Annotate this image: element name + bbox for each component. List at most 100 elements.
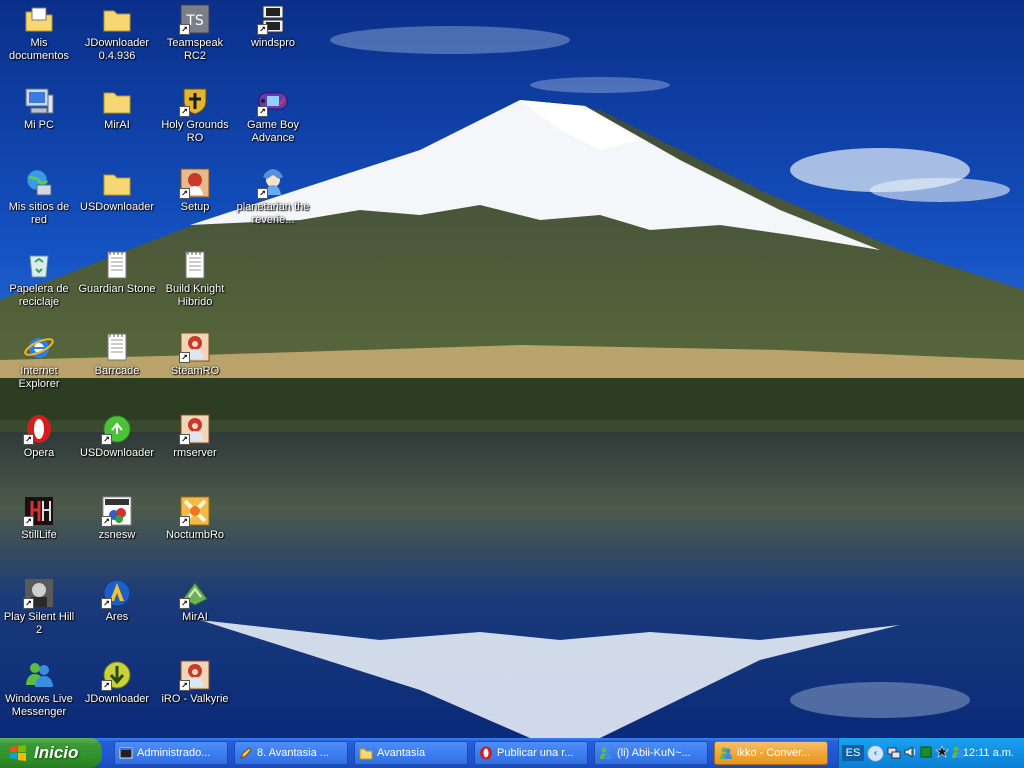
icon-label: StillLife [21,529,57,541]
desktop-icon-jdownloader[interactable]: ↗ JDownloader [78,659,156,706]
console-icon [119,747,133,759]
icon-label: zsnesw [98,529,136,541]
icon-label: USDownloader [80,447,154,459]
desktop-icon-barrcade[interactable]: Barrcade [78,331,156,378]
icon-label: iRO - Valkyrie [161,693,229,705]
desktop-icon-planetarian[interactable]: ↗ planetarian the reverie... [234,167,312,227]
shortcut-arrow-icon: ↗ [179,598,190,609]
recycle-bin-icon [23,249,55,281]
shortcut-arrow-icon: ↗ [23,516,34,527]
desktop-icon-mirai-folder[interactable]: MirAI [78,85,156,132]
shortcut-arrow-icon: ↗ [179,188,190,199]
pencil-icon [240,747,252,759]
desktop-icon-opera[interactable]: ↗ Opera [0,413,78,460]
star-icon[interactable] [935,745,949,759]
icon-label: Teamspeak RC2 [166,37,224,62]
desktop-icon-mis-documentos[interactable]: Mis documentos [0,3,78,63]
icon-label: Build Knight Hibrido [165,283,225,308]
usdownloader-icon: ↗ [101,413,133,445]
desktop-icon-internet-explorer[interactable]: Internet Explorer [0,331,78,391]
icon-label: MirAI [182,611,208,623]
clock[interactable]: 12:11 a.m. [963,738,1014,768]
ro-icon: ↗ [179,659,211,691]
desktop-icon-mi-pc[interactable]: Mi PC [0,85,78,132]
desktop-icon-windspro[interactable]: ↗ windspro [234,3,312,50]
taskbar-task-avantasia-editor[interactable]: 8. Avantasia ... [234,741,348,765]
ro-icon: ↗ [179,331,211,363]
planetarian-icon: ↗ [257,167,289,199]
noctumbro-icon: ↗ [179,495,211,527]
opera-icon: ↗ [23,413,55,445]
desktop-icon-usdownloader-folder[interactable]: USDownloader [78,167,156,214]
desktop-icon-teamspeak[interactable]: TS ↗ Teamspeak RC2 [156,3,234,63]
icon-label: NoctumbRo [165,529,225,541]
taskbar-task-avantasia-folder[interactable]: Avantasia [354,741,468,765]
folder-icon [101,167,133,199]
shortcut-arrow-icon: ↗ [179,434,190,445]
gameboy-icon: ↗ [257,85,289,117]
desktop-icon-rmserver[interactable]: ↗ rmserver [156,413,234,460]
taskbar-task-administrador[interactable]: Administrado... [114,741,228,765]
setup-icon: ↗ [179,167,211,199]
network-icon[interactable] [887,745,901,759]
desktop-icon-steamro[interactable]: ↗ SteamRO [156,331,234,378]
zsnes-icon: ↗ [101,495,133,527]
icon-label: JDownloader 0.4.936 [84,37,150,62]
desktop-icon-stilllife[interactable]: ↗ StillLife [0,495,78,542]
shortcut-arrow-icon: ↗ [101,598,112,609]
icon-label: Setup [180,201,210,213]
ds-icon: ↗ [257,3,289,35]
taskbar-task-messenger-chat[interactable]: (li) Abii-KuN~... [594,741,708,765]
opera-icon [480,746,492,760]
icon-label: USDownloader [80,201,154,213]
shortcut-arrow-icon: ↗ [179,516,190,527]
desktop-icon-setup[interactable]: ↗ Setup [156,167,234,214]
show-hidden-icons-button[interactable]: ‹ [867,745,884,762]
desktop-icon-guardian-stone[interactable]: Guardian Stone [78,249,156,296]
system-tray: ES ‹ 12:11 a.m. [838,738,1024,768]
shortcut-arrow-icon: ↗ [101,434,112,445]
taskbar: Inicio Administrado... 8. Avantasia ... … [0,738,1024,768]
desktop-icon-iro-valkyrie[interactable]: ↗ iRO - Valkyrie [156,659,234,706]
task-label: Publicar una r... [497,747,574,759]
language-indicator[interactable]: ES [842,745,864,761]
desktop-icon-mirai[interactable]: ↗ MirAI [156,577,234,624]
ro-icon: ↗ [179,413,211,445]
text-file-icon [101,249,133,281]
desktop-icon-play-silent-hill-2[interactable]: ↗ Play Silent Hill 2 [0,577,78,637]
folder-icon [359,748,373,760]
internet-explorer-icon [23,331,55,363]
ares-icon: ↗ [101,577,133,609]
shortcut-arrow-icon: ↗ [257,188,268,199]
shortcut-arrow-icon: ↗ [101,680,112,691]
taskbar-task-ikko-conversation[interactable]: ikko - Conver... [714,741,828,765]
icon-label: rmserver [173,447,217,459]
icon-label: Game Boy Advance [247,119,299,144]
start-button[interactable]: Inicio [0,738,102,768]
desktop-icon-zsnesw[interactable]: ↗ zsnesw [78,495,156,542]
task-label: Avantasia [377,747,426,759]
taskbar-task-opera[interactable]: Publicar una r... [474,741,588,765]
desktop-icon-mis-sitios-de-red[interactable]: Mis sitios de red [0,167,78,227]
volume-icon[interactable] [903,745,917,759]
green-square-icon[interactable] [919,745,933,759]
start-label: Inicio [34,743,79,762]
desktop-icon-jdownloader-folder[interactable]: JDownloader 0.4.936 [78,3,156,63]
icon-label: Mis documentos [9,37,69,62]
text-file-icon [179,249,211,281]
windows-logo-icon [10,745,26,761]
desktop-icon-windows-live-messenger[interactable]: Windows Live Messenger [0,659,78,719]
desktop-icon-papelera-de-reciclaje[interactable]: Papelera de reciclaje [0,249,78,309]
desktop-icon-build-knight-hibrido[interactable]: Build Knight Hibrido [156,249,234,309]
shortcut-arrow-icon: ↗ [101,516,112,527]
desktop-icon-noctumbro[interactable]: ↗ NoctumbRo [156,495,234,542]
jdownloader-icon: ↗ [101,659,133,691]
task-label: 8. Avantasia ... [257,747,329,759]
network-icon [23,167,55,199]
desktop-icon-usdownloader[interactable]: ↗ USDownloader [78,413,156,460]
icon-label: Internet Explorer [18,365,60,390]
desktop-icon-holy-grounds-ro[interactable]: ↗ Holy Grounds RO [156,85,234,145]
desktop-icon-ares[interactable]: ↗ Ares [78,577,156,624]
desktop-icon-game-boy-advance[interactable]: ↗ Game Boy Advance [234,85,312,145]
teamspeak-icon: TS ↗ [179,3,211,35]
